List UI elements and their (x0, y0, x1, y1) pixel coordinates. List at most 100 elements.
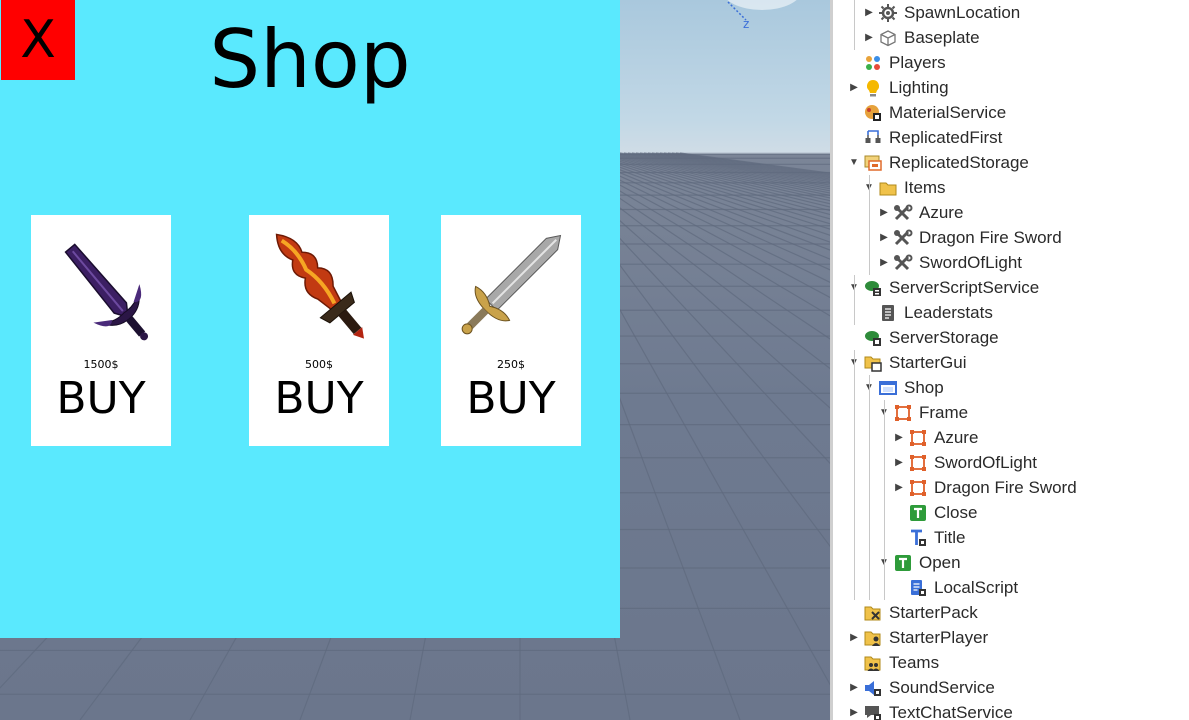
explorer-item-label: Title (934, 527, 966, 547)
tree-guide-line (884, 400, 885, 550)
item-card-azure[interactable]: 1500$ BUY (31, 215, 171, 446)
lighting-icon (863, 78, 883, 98)
explorer-item-textchatservice[interactable]: ▶ TextChatService (847, 700, 1013, 720)
frame-icon (908, 453, 928, 473)
arrow-spacer (862, 300, 876, 325)
expand-arrow-icon[interactable]: ▶ (877, 250, 891, 275)
axis-gizmo: z (727, 1, 749, 31)
explorer-item-replicatedstorage[interactable]: ▼ ReplicatedStorage (847, 150, 1029, 175)
arrow-spacer (892, 525, 906, 550)
arrow-spacer (892, 500, 906, 525)
explorer-item-label: TextChatService (889, 702, 1013, 720)
explorer-item-title[interactable]: Title (892, 525, 966, 550)
replicated-first-icon (863, 128, 883, 148)
explorer-item-label: Items (904, 177, 946, 197)
item-card-dragon-fire-sword[interactable]: 500$ BUY (249, 215, 389, 446)
explorer-item-serverstorage[interactable]: ServerStorage (847, 325, 999, 350)
starter-player-icon (863, 628, 883, 648)
explorer-item-dragon-fire-sword[interactable]: ▶ Dragon Fire Sword (892, 475, 1077, 500)
explorer-item-swordoflight[interactable]: ▶ SwordOfLight (892, 450, 1037, 475)
buy-button[interactable]: BUY (249, 373, 389, 425)
explorer-item-label: Open (919, 552, 961, 572)
item-card-sword-of-light[interactable]: 250$ BUY (441, 215, 581, 446)
explorer-item-leaderstats[interactable]: Leaderstats (862, 300, 993, 325)
explorer-item-spawnlocation[interactable]: ▶ SpawnLocation (862, 0, 1020, 25)
arrow-spacer (847, 50, 861, 75)
explorer-item-dragon-fire-sword[interactable]: ▶ Dragon Fire Sword (877, 225, 1062, 250)
local-script-icon (908, 578, 928, 598)
explorer-item-serverscriptservice[interactable]: ▼ServerScriptService (847, 275, 1039, 300)
explorer-item-swordoflight[interactable]: ▶ SwordOfLight (877, 250, 1022, 275)
arrow-spacer (847, 600, 861, 625)
expand-arrow-icon[interactable]: ▶ (892, 425, 906, 450)
expand-arrow-icon[interactable]: ▶ (847, 700, 861, 720)
explorer-item-label: SoundService (889, 677, 995, 697)
expand-arrow-icon[interactable]: ▶ (892, 475, 906, 500)
game-viewport[interactable]: z X Shop 1500$ BUY 500$ BUY 250$ BUY (0, 0, 830, 720)
explorer-item-startergui[interactable]: ▼StarterGui (847, 350, 966, 375)
tree-guide-line (869, 175, 870, 275)
buy-button[interactable]: BUY (31, 373, 171, 425)
explorer-item-items[interactable]: ▼Items (862, 175, 946, 200)
explorer-item-soundservice[interactable]: ▶ SoundService (847, 675, 995, 700)
purple-sword-icon (64, 243, 149, 341)
axis-z-label: z (743, 17, 749, 31)
text-button-icon (893, 553, 913, 573)
explorer-item-frame[interactable]: ▼Frame (877, 400, 968, 425)
explorer-item-label: Lighting (889, 77, 949, 97)
expand-arrow-icon[interactable]: ▶ (862, 0, 876, 25)
explorer-item-label: Dragon Fire Sword (934, 477, 1077, 497)
screen-gui-icon (878, 378, 898, 398)
expand-arrow-icon[interactable]: ▶ (892, 450, 906, 475)
expand-arrow-icon[interactable]: ▶ (847, 675, 861, 700)
buy-button[interactable]: BUY (441, 373, 581, 425)
explorer-item-replicatedfirst[interactable]: ReplicatedFirst (847, 125, 1002, 150)
explorer-item-label: Players (889, 52, 946, 72)
folder-icon (878, 178, 898, 198)
replicated-storage-icon (863, 153, 883, 173)
expand-arrow-icon[interactable]: ▶ (847, 75, 861, 100)
script-icon (878, 303, 898, 323)
explorer-item-materialservice[interactable]: MaterialService (847, 100, 1006, 125)
tree-guide-line (869, 375, 870, 600)
explorer-item-teams[interactable]: Teams (847, 650, 939, 675)
close-button[interactable]: X (1, 0, 75, 80)
explorer-item-starterpack[interactable]: StarterPack (847, 600, 978, 625)
text-button-icon (908, 503, 928, 523)
explorer-item-label: Azure (919, 202, 964, 222)
explorer-item-label: Frame (919, 402, 969, 422)
explorer-item-label: SpawnLocation (904, 2, 1021, 22)
explorer-item-label: StarterPack (889, 602, 978, 622)
arrow-spacer (847, 100, 861, 125)
explorer-panel: ▶ SpawnLocation ▶ Baseplate Players ▶ Lighting… (830, 0, 1189, 720)
explorer-item-players[interactable]: Players (847, 50, 946, 75)
sound-service-icon (863, 678, 883, 698)
explorer-item-label: ReplicatedStorage (889, 152, 1029, 172)
explorer-item-close[interactable]: Close (892, 500, 977, 525)
item-price: 250$ (497, 358, 525, 371)
collapse-arrow-icon[interactable]: ▼ (847, 150, 861, 175)
explorer-item-starterplayer[interactable]: ▶ StarterPlayer (847, 625, 988, 650)
tree-guide-line (854, 0, 855, 50)
explorer-item-baseplate[interactable]: ▶ Baseplate (862, 25, 979, 50)
explorer-item-label: StarterPlayer (889, 627, 989, 647)
expand-arrow-icon[interactable]: ▶ (862, 25, 876, 50)
explorer-item-lighting[interactable]: ▶ Lighting (847, 75, 949, 100)
explorer-item-localscript[interactable]: LocalScript (892, 575, 1018, 600)
expand-arrow-icon[interactable]: ▶ (847, 625, 861, 650)
expand-arrow-icon[interactable]: ▶ (877, 225, 891, 250)
players-icon (863, 53, 883, 73)
tree-guide-line (884, 550, 885, 600)
arrow-spacer (847, 650, 861, 675)
frame-icon (908, 428, 928, 448)
explorer-item-azure[interactable]: ▶ Azure (892, 425, 978, 450)
expand-arrow-icon[interactable]: ▶ (877, 200, 891, 225)
tool-icon (893, 228, 913, 248)
explorer-item-open[interactable]: ▼Open (877, 550, 961, 575)
explorer-item-azure[interactable]: ▶ Azure (877, 200, 963, 225)
tool-icon (893, 203, 913, 223)
explorer-item-label: Teams (889, 652, 940, 672)
item-price: 500$ (305, 358, 333, 371)
explorer-item-shop[interactable]: ▼Shop (862, 375, 944, 400)
item-price: 1500$ (83, 358, 119, 371)
